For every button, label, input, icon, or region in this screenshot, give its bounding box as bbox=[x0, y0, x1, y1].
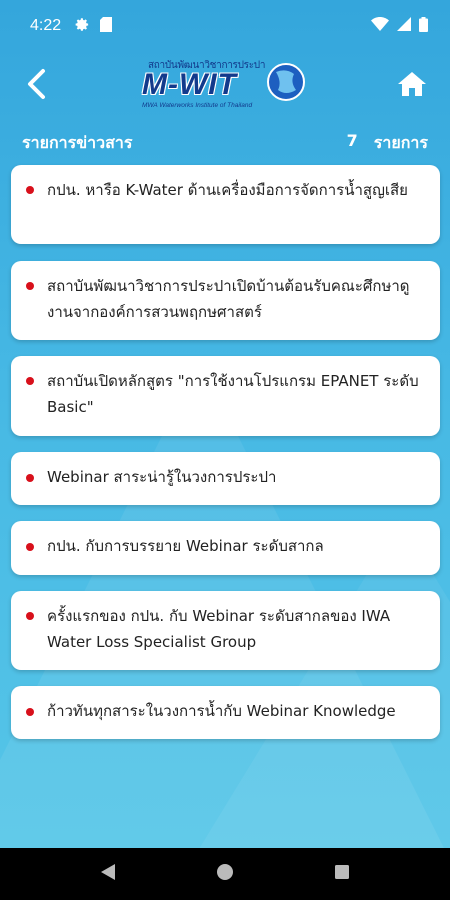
news-title: Webinar สาระน่ารู้ในวงการประปา bbox=[47, 468, 277, 486]
recents-square-icon[interactable] bbox=[334, 864, 350, 884]
logo-subtitle: MWA Waterworks Institute of Thailand bbox=[142, 102, 253, 109]
chevron-left-icon bbox=[28, 69, 45, 99]
back-button[interactable] bbox=[18, 66, 54, 102]
bullet-dot-icon bbox=[26, 282, 34, 290]
item-count: 7 bbox=[346, 130, 358, 150]
gear-icon bbox=[75, 17, 90, 36]
back-triangle-icon[interactable] bbox=[100, 863, 116, 885]
globe-icon bbox=[267, 63, 305, 101]
bullet-dot-icon bbox=[26, 474, 34, 482]
news-title: สถาบันเปิดหลักสูตร "การใช้งานโปรแกรม EPA… bbox=[47, 372, 419, 416]
news-title: ก้าวทันทุกสาระในวงการน้ำกับ Webinar Know… bbox=[47, 702, 396, 720]
news-title: สถาบันพัฒนาวิชาการประปาเปิดบ้านต้อนรับคณ… bbox=[47, 277, 410, 321]
home-icon bbox=[398, 72, 426, 96]
news-card[interactable]: Webinar สาระน่ารู้ในวงการประปา bbox=[11, 452, 440, 505]
bullet-dot-icon bbox=[26, 612, 34, 620]
mwit-logo: สถาบันพัฒนาวิชาการประปา M-WIT MWA Waterw… bbox=[138, 56, 310, 116]
news-card[interactable]: ก้าวทันทุกสาระในวงการน้ำกับ Webinar Know… bbox=[11, 686, 440, 739]
news-card[interactable]: กปน. หารือ K-Water ด้านเครื่องมือการจัดก… bbox=[11, 165, 440, 244]
news-title: กปน. กับการบรรยาย Webinar ระดับสากล bbox=[47, 537, 324, 555]
bullet-dot-icon bbox=[26, 186, 34, 194]
wifi-icon bbox=[371, 17, 389, 35]
news-card[interactable]: ครั้งแรกของ กปน. กับ Webinar ระดับสากลขอ… bbox=[11, 591, 440, 670]
system-nav-bar bbox=[0, 848, 450, 900]
bullet-dot-icon bbox=[26, 377, 34, 385]
logo-main-text: M-WIT bbox=[142, 68, 237, 101]
home-circle-icon[interactable] bbox=[216, 863, 234, 885]
news-title: กปน. หารือ K-Water ด้านเครื่องมือการจัดก… bbox=[47, 181, 408, 199]
news-card[interactable]: กปน. กับการบรรยาย Webinar ระดับสากล bbox=[11, 521, 440, 575]
battery-icon bbox=[419, 16, 428, 36]
signal-icon bbox=[397, 17, 411, 35]
app-screen: 4:22 สถาบันพัฒนาวิชาการประปา M-WIT MWA W… bbox=[0, 0, 450, 848]
bullet-dot-icon bbox=[26, 708, 34, 716]
list-title: รายการข่าวสาร bbox=[22, 132, 133, 152]
sd-card-icon bbox=[100, 16, 113, 36]
news-card[interactable]: สถาบันพัฒนาวิชาการประปาเปิดบ้านต้อนรับคณ… bbox=[11, 261, 440, 340]
bullet-dot-icon bbox=[26, 543, 34, 551]
app-header: สถาบันพัฒนาวิชาการประปา M-WIT MWA Waterw… bbox=[0, 52, 450, 122]
status-time: 4:22 bbox=[30, 17, 62, 34]
home-button[interactable] bbox=[392, 66, 432, 102]
news-title: ครั้งแรกของ กปน. กับ Webinar ระดับสากลขอ… bbox=[47, 607, 391, 651]
status-bar: 4:22 bbox=[0, 0, 450, 52]
news-list-header: รายการข่าวสาร 7 รายการ bbox=[22, 130, 428, 156]
item-count-unit: รายการ bbox=[373, 132, 428, 152]
news-card[interactable]: สถาบันเปิดหลักสูตร "การใช้งานโปรแกรม EPA… bbox=[11, 356, 440, 436]
